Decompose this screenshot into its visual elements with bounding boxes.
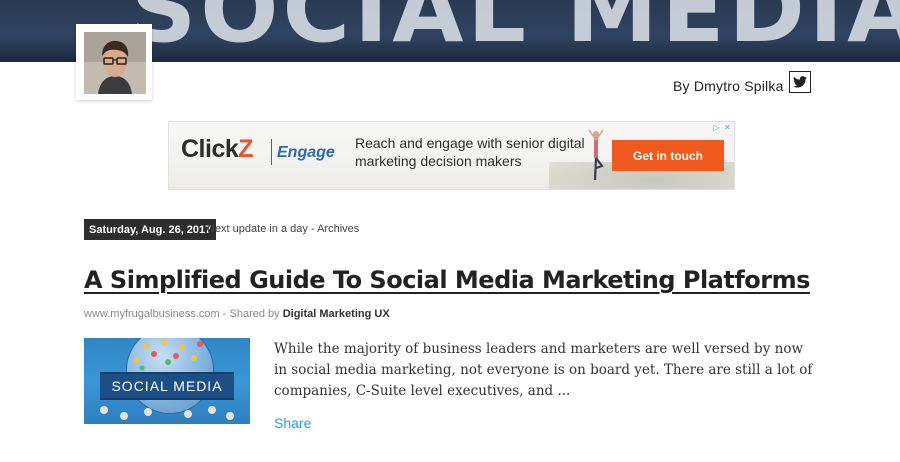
author-byline[interactable]: By Dmytro Spilka	[673, 78, 784, 94]
date-badge: Saturday, Aug. 26, 2017	[84, 219, 217, 240]
article-source: www.myfrugalbusiness.com - Shared by Dig…	[84, 308, 390, 320]
thumbnail-banner: SOCIAL MEDIA	[100, 372, 234, 400]
clickz-logo: ClickZ	[181, 135, 254, 163]
shared-by-prefix: - Shared by	[219, 308, 283, 320]
ad-close-icon[interactable]: ✕	[723, 123, 732, 132]
get-in-touch-button[interactable]: Get in touch	[612, 140, 724, 171]
twitter-button[interactable]	[789, 71, 811, 93]
article-thumbnail[interactable]: SOCIAL MEDIA	[84, 338, 250, 424]
update-archives-text[interactable]: Next update in a day - Archives	[207, 223, 359, 235]
source-domain: www.myfrugalbusiness.com	[84, 308, 220, 320]
yoga-figure-icon	[588, 129, 604, 181]
ad-copy: Reach and engage with senior digital mar…	[355, 135, 585, 169]
avatar[interactable]	[84, 32, 146, 94]
engage-logo-text: Engage	[277, 144, 335, 161]
article-title[interactable]: A Simplified Guide To Social Media Marke…	[84, 266, 810, 294]
ad-info-icon[interactable]: ▷	[712, 123, 721, 132]
share-link[interactable]: Share	[274, 415, 311, 431]
author-avatar-frame[interactable]	[76, 24, 152, 100]
article-excerpt: While the majority of business leaders a…	[274, 341, 813, 399]
shared-by-user[interactable]: Digital Marketing UX	[283, 308, 390, 320]
author-photo	[84, 32, 146, 94]
ad-choices[interactable]: ▷ ✕	[712, 123, 732, 132]
advertisement-banner[interactable]: ClickZ Engage Reach and engage with seni…	[168, 121, 735, 190]
ad-divider	[271, 139, 272, 165]
twitter-icon	[793, 76, 807, 88]
